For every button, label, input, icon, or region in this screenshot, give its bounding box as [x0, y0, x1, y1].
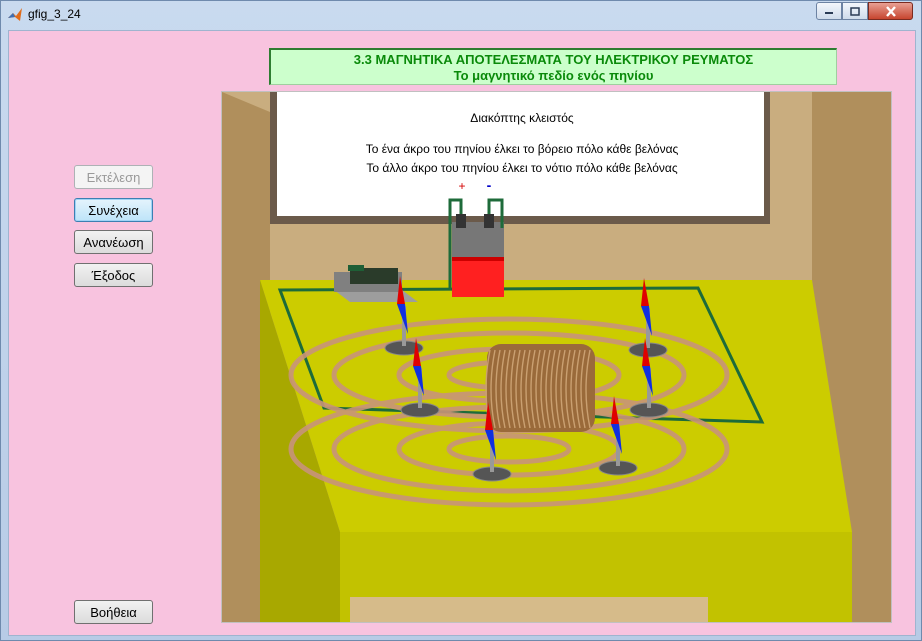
scene-drawing: Διακόπτης κλειστός Το ένα άκρο του πηνίο…: [222, 92, 891, 622]
run-button[interactable]: Εκτέλεση: [74, 165, 153, 189]
minimize-button[interactable]: [816, 2, 842, 20]
board-line-2: Το άλλο άκρο του πηνίου έλκει το νότιο π…: [366, 161, 677, 175]
coil: [485, 344, 595, 432]
matlab-icon: [8, 8, 22, 21]
minimize-icon: [825, 12, 833, 14]
title-bar[interactable]: gfig_3_24: [1, 1, 921, 29]
help-button[interactable]: Βοήθεια: [74, 600, 153, 624]
switch-state-text: Διακόπτης κλειστός: [470, 111, 574, 125]
refresh-button[interactable]: Ανανέωση: [74, 230, 153, 254]
header-title: 3.3 ΜΑΓΝΗΤΙΚΑ ΑΠΟΤΕΛΕΣΜΑΤΑ ΤΟΥ ΗΛΕΚΤΡΙΚΟ…: [353, 52, 754, 67]
maximize-button[interactable]: [842, 2, 868, 20]
window-title: gfig_3_24: [28, 7, 81, 21]
maximize-icon: [850, 6, 860, 16]
header-subtitle: Το μαγνητικό πεδίο ενός πηνίου: [453, 68, 654, 83]
minus-terminal-label: -: [487, 177, 492, 193]
close-icon: [885, 5, 896, 17]
exit-button[interactable]: Έξοδος: [74, 263, 153, 287]
plus-terminal-label: +: [458, 179, 465, 193]
figure-area: 3.3 ΜΑΓΝΗΤΙΚΑ ΑΠΟΤΕΛΕΣΜΑΤΑ ΤΟΥ ΗΛΕΚΤΡΙΚΟ…: [8, 30, 916, 636]
board-line-1: Το ένα άκρο του πηνίου έλκει το βόρειο π…: [366, 142, 679, 156]
continue-button[interactable]: Συνέχεια: [74, 198, 153, 222]
experiment-scene: Διακόπτης κλειστός Το ένα άκρο του πηνίο…: [221, 91, 892, 623]
floor-gap: [350, 597, 708, 622]
close-button[interactable]: [868, 2, 913, 20]
page-header: 3.3 ΜΑΓΝΗΤΙΚΑ ΑΠΟΤΕΛΕΣΜΑΤΑ ΤΟΥ ΗΛΕΚΤΡΙΚΟ…: [269, 48, 837, 85]
application-window: gfig_3_24 3.3 ΜΑΓΝΗΤΙΚΑ ΑΠΟΤΕΛΕΣΜΑΤΑ ΤΟΥ…: [0, 0, 922, 641]
